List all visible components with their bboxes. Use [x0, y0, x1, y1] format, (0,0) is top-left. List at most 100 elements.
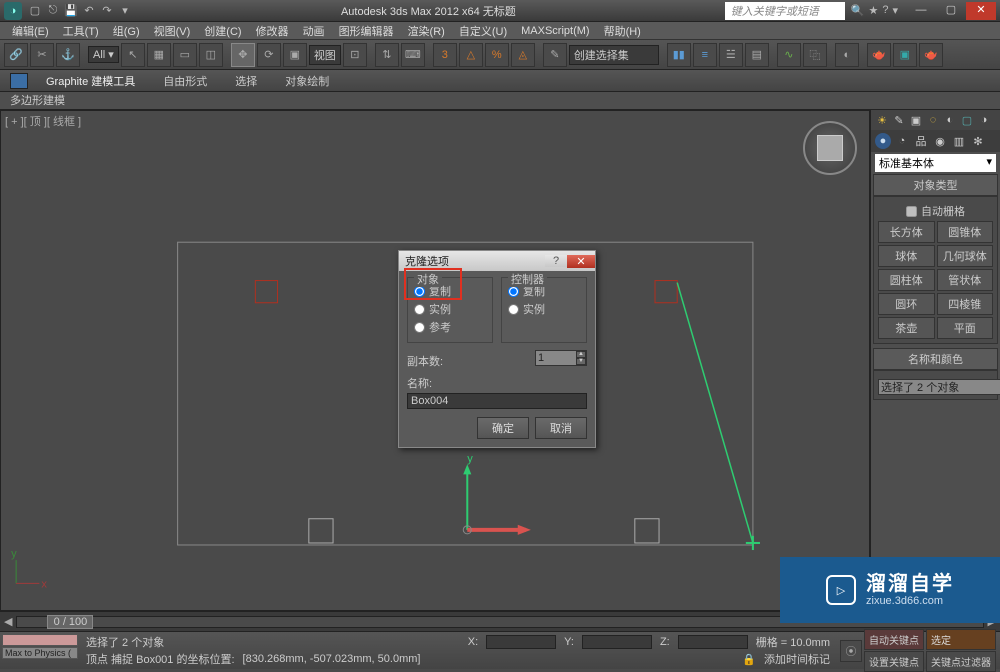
selection-filter[interactable]: All ▾ [88, 46, 119, 63]
favorites-icon[interactable]: ★ [868, 4, 878, 17]
schematic-view-icon[interactable]: ⿻ [803, 43, 827, 67]
dialog-close-button[interactable]: ✕ [567, 255, 595, 268]
bind-space-warp-icon[interactable]: ⚓ [56, 43, 80, 67]
scale-icon[interactable]: ▣ [283, 43, 307, 67]
autogrid-checkbox[interactable] [906, 206, 917, 217]
isolate-icon[interactable]: ⦿ [840, 640, 862, 662]
time-slider-knob[interactable]: 0 / 100 [47, 615, 93, 629]
primitive-pyramid[interactable]: 四棱锥 [937, 293, 994, 315]
select-link-icon[interactable]: 🔗 [4, 43, 28, 67]
toprow-light-icon[interactable]: ◌ [926, 113, 940, 127]
render-setup-icon[interactable]: 🫖 [867, 43, 891, 67]
dialog-help-icon[interactable]: ? [545, 255, 567, 267]
align-icon[interactable]: ≡ [693, 43, 717, 67]
move-icon[interactable]: ✥ [231, 43, 255, 67]
object-name-field[interactable] [878, 379, 1000, 395]
menu-views[interactable]: 视图(V) [148, 22, 197, 40]
z-field[interactable] [678, 635, 748, 649]
radio-copy[interactable] [414, 286, 425, 297]
unlink-icon[interactable]: ✂ [30, 43, 54, 67]
primitive-geosphere[interactable]: 几何球体 [937, 245, 994, 267]
select-region-icon[interactable]: ▭ [173, 43, 197, 67]
radio-reference[interactable] [414, 322, 425, 333]
percent-snap-icon[interactable]: % [485, 43, 509, 67]
timeline-left-icon[interactable]: ◀ [4, 615, 12, 628]
primitive-sphere[interactable]: 球体 [878, 245, 935, 267]
spinner-snap-icon[interactable]: ◬ [511, 43, 535, 67]
ribbon-tab-paint[interactable]: 对象绘制 [271, 70, 343, 92]
display-tab-icon[interactable]: ▥ [951, 133, 967, 149]
named-selection-sets[interactable]: 创建选择集 [569, 45, 659, 65]
material-editor-icon[interactable]: ◐ [835, 43, 859, 67]
select-object-icon[interactable]: ↖ [121, 43, 145, 67]
geometry-category-dropdown[interactable]: 标准基本体▾ [875, 154, 996, 172]
keymode-pill[interactable]: 选定 [926, 629, 996, 650]
primitive-tube[interactable]: 管状体 [937, 269, 994, 291]
copies-spinner[interactable]: ▲▼ [535, 350, 587, 366]
clone-name-input[interactable] [407, 393, 587, 409]
keyboard-shortcut-icon[interactable]: ⌨ [401, 43, 425, 67]
dialog-titlebar[interactable]: 克隆选项 ? ✕ [399, 251, 595, 271]
menu-create[interactable]: 创建(C) [198, 22, 247, 40]
x-field[interactable] [486, 635, 556, 649]
toprow-brush-icon[interactable]: ✎ [892, 113, 906, 127]
new-icon[interactable]: ▢ [28, 4, 42, 18]
y-field[interactable] [582, 635, 652, 649]
redo-icon[interactable]: ↷ [100, 4, 114, 18]
menu-grapheditors[interactable]: 图形编辑器 [333, 22, 400, 40]
menu-help[interactable]: 帮助(H) [598, 22, 647, 40]
ribbon-icon[interactable] [10, 73, 28, 89]
rendered-frame-icon[interactable]: ▣ [893, 43, 917, 67]
rollout-name-color[interactable]: 名称和颜色 [873, 348, 998, 370]
primitive-cone[interactable]: 圆锥体 [937, 221, 994, 243]
lock-icon[interactable]: 🔒 [742, 653, 756, 666]
menu-maxscript[interactable]: MAXScript(M) [515, 24, 595, 38]
help-icon[interactable]: ? [882, 4, 888, 17]
ribbon-tab-selection[interactable]: 选择 [221, 70, 271, 92]
utilities-tab-icon[interactable]: ✻ [970, 133, 986, 149]
copies-value[interactable] [536, 352, 576, 364]
toprow-screen-icon[interactable]: ▢ [960, 113, 974, 127]
radio-instance[interactable] [414, 304, 425, 315]
menu-customize[interactable]: 自定义(U) [453, 22, 513, 40]
add-time-tag[interactable]: 添加时间标记 [764, 651, 830, 667]
menu-edit[interactable]: 编辑(E) [6, 22, 55, 40]
menu-animation[interactable]: 动画 [297, 22, 331, 40]
ok-button[interactable]: 确定 [477, 417, 529, 439]
menu-modifiers[interactable]: 修改器 [250, 22, 295, 40]
hierarchy-tab-icon[interactable]: 品 [913, 133, 929, 149]
maxscript-mini-1[interactable] [2, 634, 78, 646]
open-icon[interactable]: ⎋ [46, 4, 60, 18]
snap-toggle-icon[interactable]: 3 [433, 43, 457, 67]
ribbon-toggle-icon[interactable]: ▤ [745, 43, 769, 67]
layers-icon[interactable]: ☱ [719, 43, 743, 67]
primitive-torus[interactable]: 圆环 [878, 293, 935, 315]
curve-editor-icon[interactable]: ∿ [777, 43, 801, 67]
modify-tab-icon[interactable]: ◔ [894, 133, 910, 149]
use-pivot-center-icon[interactable]: ⊡ [343, 43, 367, 67]
toprow-eye-icon[interactable]: ◐ [943, 113, 957, 127]
select-manipulate-icon[interactable]: ⇅ [375, 43, 399, 67]
search-go-icon[interactable]: 🔍 [851, 4, 865, 17]
autokey-button[interactable]: 自动关键点 [864, 629, 924, 650]
maxscript-mini-2[interactable]: Max to Physics ( [2, 647, 78, 659]
rollout-object-type[interactable]: 对象类型 [873, 174, 998, 196]
help-dd-icon[interactable]: ▾ [892, 4, 898, 17]
render-production-icon[interactable]: 🫖 [919, 43, 943, 67]
close-button[interactable]: ✕ [966, 2, 996, 20]
angle-snap-icon[interactable]: △ [459, 43, 483, 67]
primitive-plane[interactable]: 平面 [937, 317, 994, 339]
cancel-button[interactable]: 取消 [535, 417, 587, 439]
window-crossing-icon[interactable]: ◫ [199, 43, 223, 67]
ribbon-tab-graphite[interactable]: Graphite 建模工具 [32, 70, 149, 92]
minimize-button[interactable]: — [906, 2, 936, 20]
rotate-icon[interactable]: ⟳ [257, 43, 281, 67]
spinner-down-icon[interactable]: ▼ [576, 358, 586, 365]
save-icon[interactable]: 💾 [64, 4, 78, 18]
edit-named-sel-icon[interactable]: ✎ [543, 43, 567, 67]
qat-dropdown-icon[interactable]: ▾ [118, 4, 132, 18]
ref-coord-system[interactable]: 视图 [309, 45, 341, 65]
create-tab-icon[interactable]: ● [875, 133, 891, 149]
radio-ctrl-instance[interactable] [508, 304, 519, 315]
radio-ctrl-copy[interactable] [508, 286, 519, 297]
